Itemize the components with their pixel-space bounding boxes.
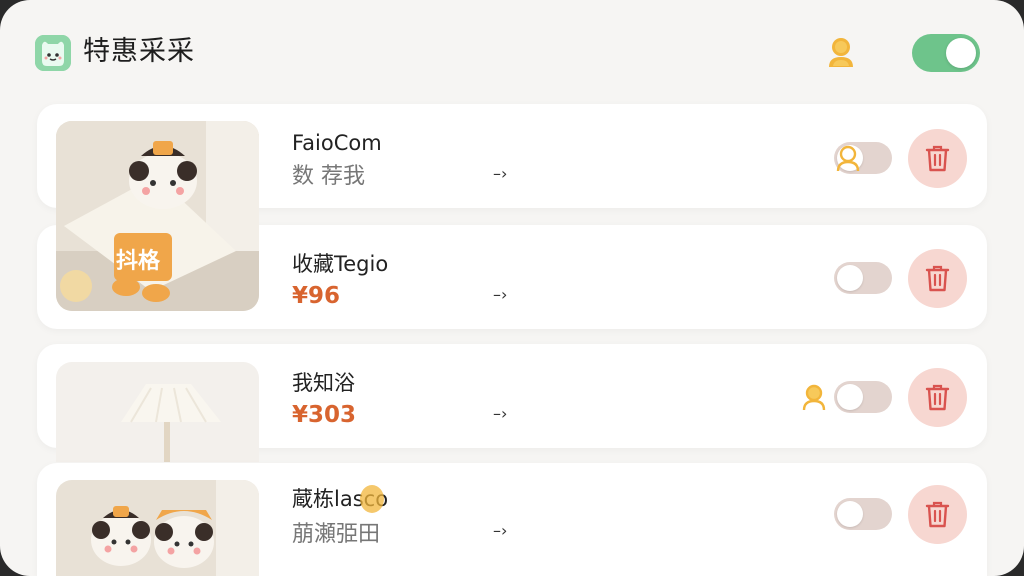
item-price: ¥96	[292, 283, 341, 309]
product-tag: 抖格	[116, 248, 161, 274]
product-image-overlay: 抖格	[56, 121, 259, 311]
trash-icon	[925, 384, 950, 411]
toggle-knob	[837, 265, 863, 291]
plush-pair-image	[56, 480, 259, 576]
item-toggle[interactable]	[834, 381, 892, 413]
toggle-knob	[837, 501, 863, 527]
item-toggle[interactable]	[834, 262, 892, 294]
user-icon	[802, 384, 826, 412]
list-item[interactable]: 我知浴 ¥303 –›	[37, 344, 987, 462]
delete-button[interactable]	[908, 129, 967, 188]
toggle-knob	[946, 38, 976, 68]
header: 特惠采采	[0, 0, 1024, 104]
app-title: 特惠采采	[83, 36, 195, 67]
item-name: 我知浴	[292, 371, 355, 395]
trash-icon	[925, 501, 950, 528]
item-arrow[interactable]: –›	[493, 162, 507, 186]
item-subtitle: 萠瀬弫田	[292, 522, 381, 547]
item-name: FaioCom	[292, 131, 382, 155]
item-arrow[interactable]: –›	[493, 283, 507, 307]
item-arrow[interactable]: –›	[493, 402, 507, 426]
logo-face-icon	[35, 35, 71, 71]
item-price: ¥303	[292, 402, 357, 428]
list-item[interactable]: 蔵栋lasco 萠瀬弫田 –›	[37, 463, 987, 576]
product-image[interactable]	[56, 362, 259, 462]
trash-icon	[925, 265, 950, 292]
user-icon	[836, 145, 860, 173]
item-subtitle: 数 荐我	[292, 164, 365, 189]
product-image[interactable]	[56, 480, 259, 576]
item-arrow[interactable]: –›	[493, 519, 507, 543]
plush-image: 抖格	[56, 121, 259, 311]
user-icon[interactable]	[826, 36, 856, 70]
main-toggle[interactable]	[912, 34, 980, 72]
lamp-image	[56, 362, 259, 462]
delete-button[interactable]	[908, 368, 967, 427]
toggle-knob	[837, 384, 863, 410]
delete-button[interactable]	[908, 249, 967, 308]
delete-button[interactable]	[908, 485, 967, 544]
item-name: 收藏Tegio	[292, 252, 389, 276]
trash-icon	[925, 145, 950, 172]
user-badge-icon	[360, 485, 384, 513]
item-toggle[interactable]	[834, 498, 892, 530]
app-window: 特惠采采 抖格	[0, 0, 1024, 576]
